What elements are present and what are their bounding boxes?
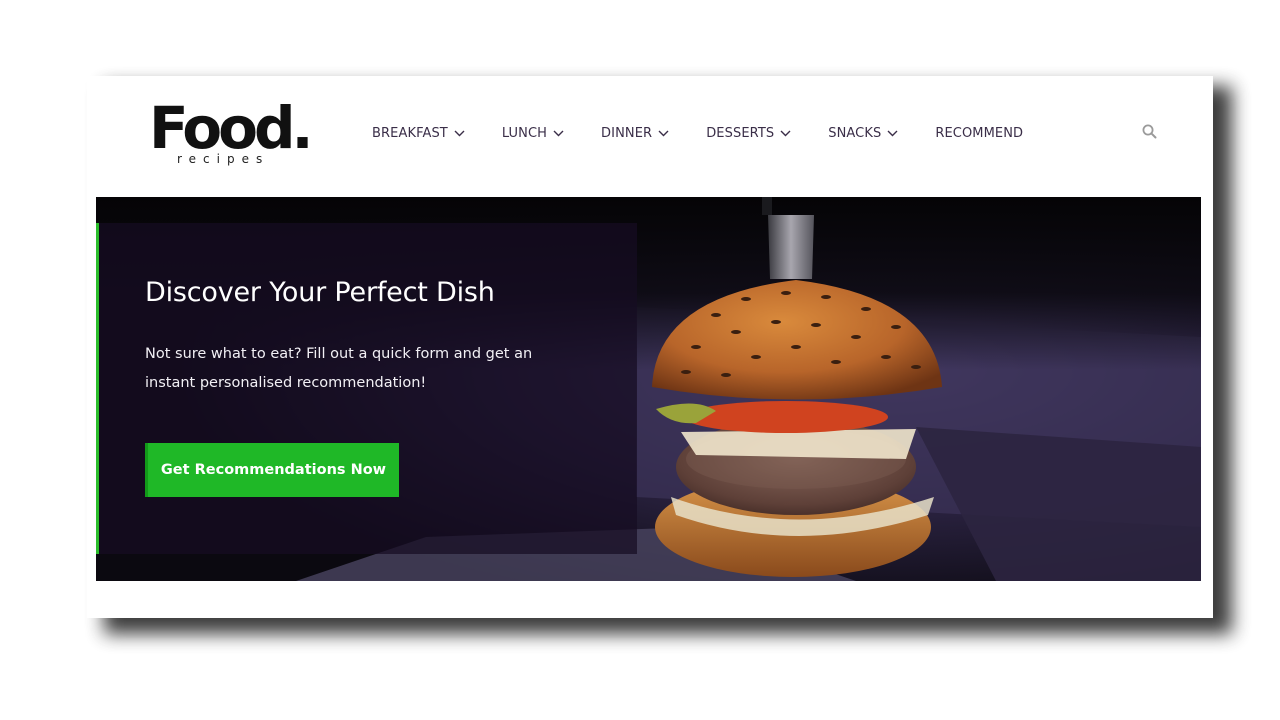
nav-label-dinner: DINNER	[601, 125, 653, 141]
chevron-down-icon	[658, 130, 669, 136]
hero-title: Discover Your Perfect Dish	[145, 277, 495, 308]
main-nav: BREAKFAST LUNCH DINNER DESSERTS SNACKS R…	[372, 122, 1060, 144]
chevron-down-icon	[780, 130, 791, 136]
nav-label-desserts: DESSERTS	[706, 125, 775, 141]
logo-tagline: recipes	[177, 152, 270, 166]
hero-banner: Discover Your Perfect Dish Not sure what…	[96, 197, 1201, 581]
chevron-down-icon	[553, 130, 564, 136]
logo-wordmark: Food.	[149, 94, 314, 162]
get-recommendations-button[interactable]: Get Recommendations Now	[145, 443, 399, 497]
nav-label-lunch: LUNCH	[501, 125, 548, 141]
hero-text-panel: Discover Your Perfect Dish Not sure what…	[96, 223, 637, 554]
nav-item-recommend[interactable]: RECOMMEND	[935, 126, 1023, 141]
nav-item-dinner[interactable]: DINNER	[601, 126, 669, 141]
nav-item-snacks[interactable]: SNACKS	[828, 126, 898, 141]
chevron-down-icon	[454, 130, 465, 136]
nav-item-desserts[interactable]: DESSERTS	[706, 126, 791, 141]
nav-item-lunch[interactable]: LUNCH	[502, 126, 564, 141]
nav-label-breakfast: BREAKFAST	[372, 125, 448, 141]
nav-label-recommend: RECOMMEND	[935, 125, 1024, 141]
website-frame: Food. recipes BREAKFAST LUNCH DINNER DES…	[87, 76, 1213, 618]
nav-label-snacks: SNACKS	[828, 125, 882, 141]
search-icon[interactable]	[1142, 124, 1157, 139]
site-logo[interactable]: Food. recipes	[149, 96, 314, 174]
nav-item-breakfast[interactable]: BREAKFAST	[372, 126, 465, 141]
chevron-down-icon	[887, 130, 898, 136]
hero-description: Not sure what to eat? Fill out a quick f…	[145, 346, 533, 391]
